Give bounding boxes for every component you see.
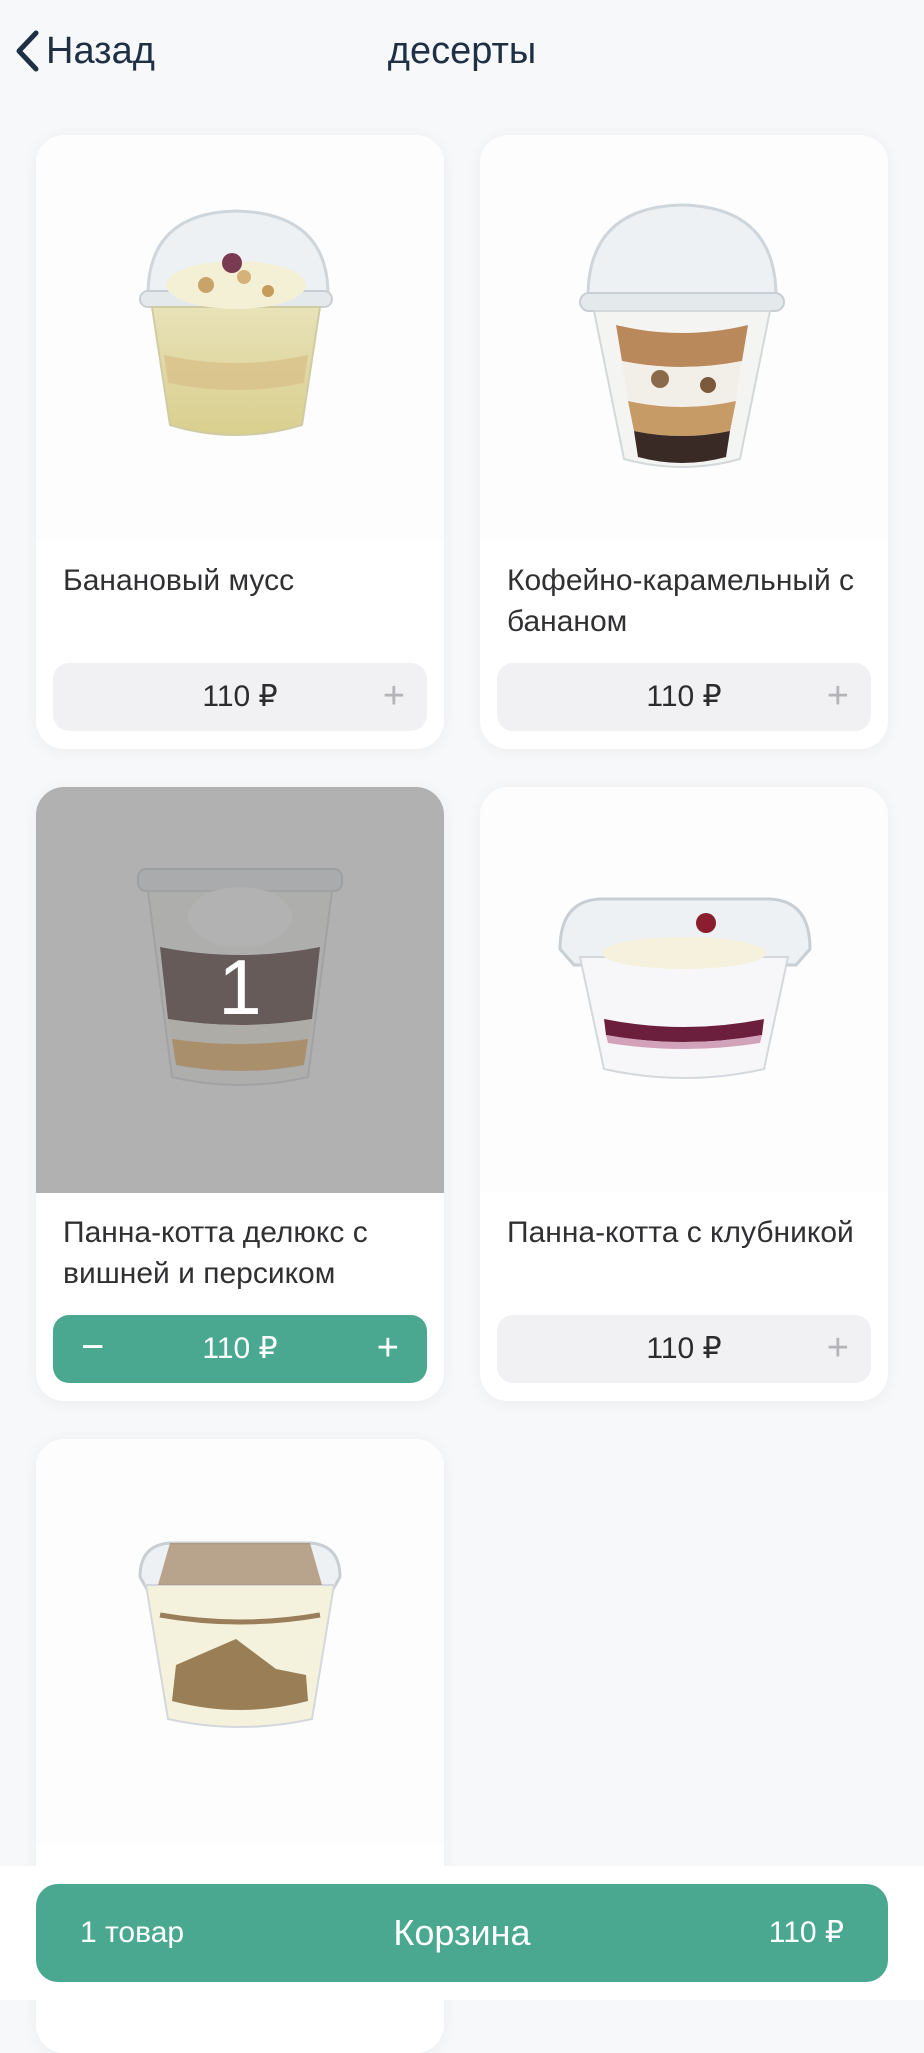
product-name: Банановый мусс: [63, 564, 295, 597]
product-card[interactable]: Кофейно-карамельный с бананом 110 ₽ +: [480, 135, 888, 749]
add-to-cart-button[interactable]: 110 ₽ +: [53, 663, 427, 731]
product-card[interactable]: 1 Панна-котта делюкс с вишней и персиком…: [36, 787, 444, 1401]
top-navigation-bar: Назад десерты: [0, 0, 924, 105]
add-to-cart-button[interactable]: 110 ₽ +: [497, 1315, 871, 1383]
product-image: [36, 135, 444, 541]
product-image: [480, 135, 888, 541]
in-cart-overlay: 1: [36, 787, 444, 1193]
quantity-badge: 1: [218, 943, 262, 1031]
product-image: 1: [36, 787, 444, 1193]
product-name: Панна-котта делюкс с вишней и персиком: [63, 1216, 368, 1290]
bottom-cart-bar: 1 товар Корзина 110 ₽: [0, 1866, 924, 2000]
product-price: 110 ₽: [646, 680, 722, 713]
product-price: 110 ₽: [646, 1332, 722, 1365]
cart-button[interactable]: 1 товар Корзина 110 ₽: [36, 1884, 888, 1982]
product-name: Кофейно-карамельный с бананом: [507, 564, 855, 638]
product-image: [480, 787, 888, 1193]
product-price: 110 ₽: [202, 1332, 278, 1365]
product-name: Панна-котта с клубникой: [507, 1216, 854, 1249]
product-price: 110 ₽: [202, 680, 278, 713]
plus-icon: +: [382, 675, 405, 717]
plus-icon[interactable]: +: [377, 1315, 399, 1381]
plus-icon: +: [826, 675, 849, 717]
plus-icon: +: [826, 1327, 849, 1369]
quantity-stepper[interactable]: − 110 ₽ +: [53, 1315, 427, 1383]
add-to-cart-button[interactable]: 110 ₽ +: [497, 663, 871, 731]
page-title: десерты: [387, 30, 537, 72]
product-card[interactable]: Банановый мусс 110 ₽ +: [36, 135, 444, 749]
product-image: [36, 1439, 444, 1845]
cart-label: Корзина: [393, 1912, 531, 1953]
product-card[interactable]: Панна-котта с клубникой 110 ₽ +: [480, 787, 888, 1401]
cart-total: 110 ₽: [768, 1916, 844, 1949]
